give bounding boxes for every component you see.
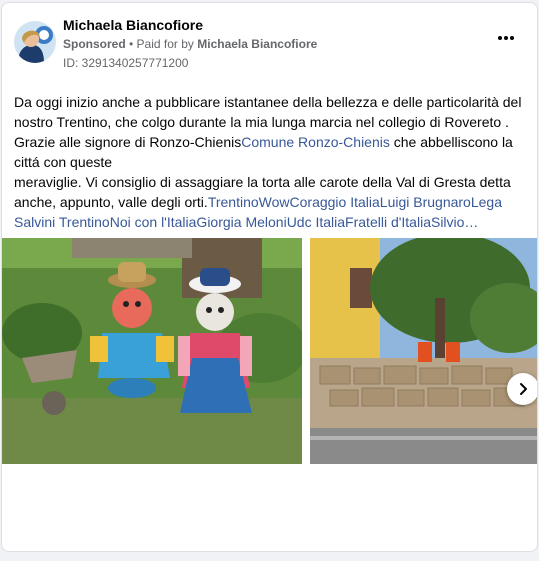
paid-for-name[interactable]: Michaela Biancofiore [197,37,317,51]
more-horizontal-icon [498,36,514,40]
sponsored-label[interactable]: Sponsored [63,37,126,51]
post-text-p2a: Grazie alle signore di Ronzo-Chienis [14,134,242,150]
meta-separator: • [125,37,137,51]
more-options-button[interactable] [495,31,517,45]
carousel-image-1[interactable] [2,238,307,464]
paid-for-label: Paid for by [136,37,198,51]
author-name[interactable]: Michaela Biancofiore [63,17,203,33]
post-text: Da oggi inizio anche a pubblicare istant… [14,92,534,232]
street-wall-photo [310,238,537,464]
ad-id: ID: 3291340257771200 [63,56,189,70]
avatar-image [14,21,56,63]
sponsored-line: Sponsored • Paid for by Michaela Biancof… [63,37,317,51]
page-mention-link[interactable]: Comune Ronzo-Chienis [241,134,390,150]
carousel-next-button[interactable] [507,373,537,405]
ad-card: Michaela Biancofiore Sponsored • Paid fo… [1,2,538,552]
post-text-p1: Da oggi inizio anche a pubblicare istant… [14,94,522,130]
image-carousel [2,238,537,464]
avatar[interactable] [14,21,56,63]
carousel-image-2[interactable] [310,238,537,464]
scarecrow-dolls-photo [2,238,307,464]
chevron-right-icon [520,383,527,395]
